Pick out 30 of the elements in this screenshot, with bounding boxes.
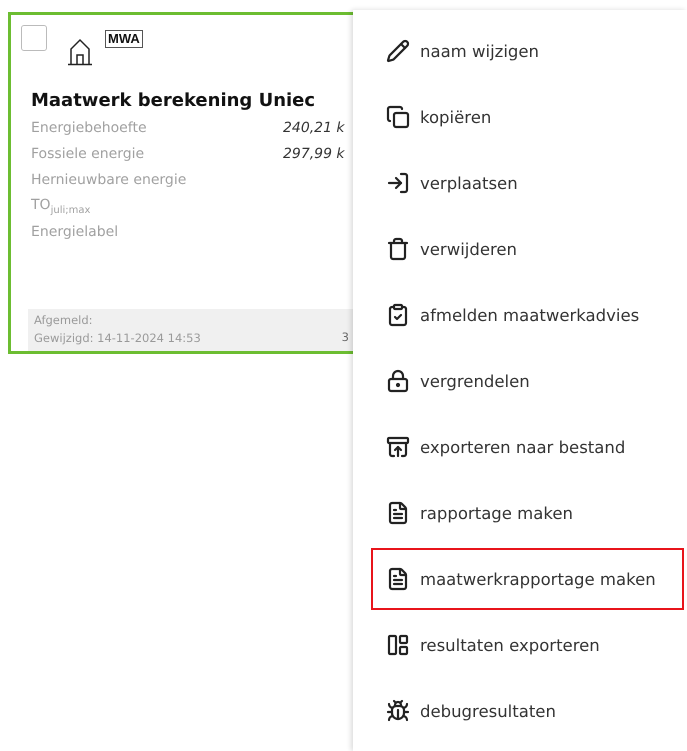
row-label: Energielabel <box>31 224 120 240</box>
layout-icon <box>386 633 410 657</box>
menu-item[interactable]: debugresultaten <box>371 680 684 742</box>
menu-item[interactable]: exporteren naar bestand <box>371 416 684 478</box>
row-label: TO$_{juli;max}$ <box>31 196 92 216</box>
enter-icon <box>386 171 410 195</box>
bug-icon <box>386 699 410 723</box>
row-label: Energiebehoefte <box>31 120 148 136</box>
clipboard-check-icon <box>386 303 410 327</box>
card-title: Maatwerk berekening Uniec <box>31 90 316 111</box>
archive-icon <box>386 435 410 459</box>
house-icon <box>67 36 93 66</box>
lock-icon <box>386 369 410 393</box>
trash-icon <box>386 237 410 261</box>
footer-text: 3 <box>342 330 349 346</box>
menu-item[interactable]: resultaten exporteren <box>371 614 684 676</box>
row-label: Fossiele energie <box>31 146 146 162</box>
document-icon <box>386 567 410 591</box>
document-icon <box>386 501 410 525</box>
row-value: 240,21 k <box>283 120 345 136</box>
row-value: 297,99 k <box>283 146 345 162</box>
copy-icon <box>386 105 410 129</box>
menu-item[interactable]: maatwerkrapportage maken <box>371 548 684 610</box>
mwa-badge: MWA <box>105 30 143 48</box>
pencil-icon <box>386 39 410 63</box>
status-text: Afgemeld: <box>34 313 94 327</box>
menu-item[interactable]: rapportage maken <box>371 482 684 544</box>
row-label: Hernieuwbare energie <box>31 172 188 188</box>
modified-text: Gewijzigd: 14-11-2024 14:53 <box>34 331 201 345</box>
select-checkbox[interactable] <box>21 25 47 51</box>
